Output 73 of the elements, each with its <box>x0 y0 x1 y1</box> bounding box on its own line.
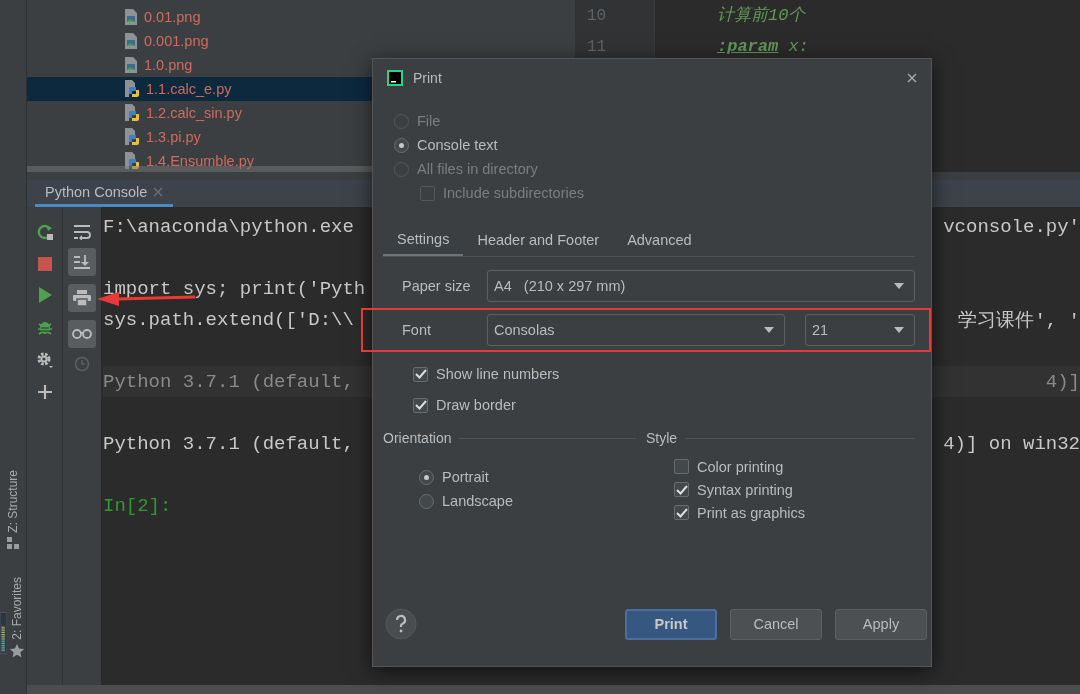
star-icon <box>9 643 25 660</box>
checkbox-option[interactable]: Print as graphics <box>674 501 805 524</box>
console-text: In[2]: <box>103 494 172 517</box>
console-text: vconsole.py' <box>943 215 1080 238</box>
radio-option[interactable]: Landscape <box>419 489 513 513</box>
paper-size-dropdown[interactable]: A4 (210 x 297 mm) <box>487 270 915 302</box>
close-icon[interactable] <box>153 187 164 197</box>
close-icon[interactable] <box>907 73 917 83</box>
run-icon[interactable] <box>37 287 52 303</box>
checkbox[interactable] <box>674 459 689 474</box>
checkbox[interactable] <box>413 397 428 413</box>
code-line: :param x: <box>717 36 809 58</box>
python-file-icon <box>124 104 140 122</box>
checkbox-option[interactable]: Show line numbers <box>413 362 560 386</box>
structure-icon <box>7 536 19 549</box>
image-file-icon <box>124 9 138 25</box>
caret-icon <box>764 327 774 333</box>
console-text: F:\anaconda\python.exe <box>103 215 354 238</box>
radio-option[interactable]: Portrait <box>419 465 489 489</box>
tab[interactable]: Header and Footer <box>463 223 614 256</box>
checkbox-option[interactable]: Draw border <box>413 393 516 417</box>
code-line: 计算前10个 <box>717 5 807 27</box>
checkbox-option[interactable]: Color printing <box>674 455 784 478</box>
structure-tab[interactable]: Z: Structure <box>6 470 20 533</box>
python-file-icon <box>124 80 140 98</box>
python-file-icon <box>124 152 140 170</box>
bug-icon[interactable] <box>36 319 53 335</box>
font-size-dropdown[interactable]: 21 <box>805 314 915 346</box>
font-dropdown[interactable]: Consolas <box>487 314 785 346</box>
file-tree-item[interactable]: 0.001.png <box>27 29 575 53</box>
console-text: 4)] <box>1045 370 1080 393</box>
field-label: Paper size <box>401 278 472 294</box>
tab[interactable]: Advanced <box>613 223 706 256</box>
console-text: import sys; print('Pyth <box>103 277 366 300</box>
settings-icon[interactable] <box>35 351 54 369</box>
scroll-to-end-button[interactable] <box>68 248 96 276</box>
field-label: Font <box>401 322 432 338</box>
radio-button[interactable] <box>419 469 434 485</box>
checkbox[interactable] <box>413 366 428 382</box>
console-text: 4)] on win32 <box>943 432 1080 455</box>
dialog-button[interactable]: Print <box>625 608 717 640</box>
scroll-down-icon <box>73 254 91 270</box>
radio-button[interactable] <box>419 493 434 509</box>
soft-wrap-icon[interactable] <box>73 224 91 240</box>
checkbox-option[interactable]: Syntax printing <box>674 478 793 501</box>
checkbox[interactable] <box>674 482 689 497</box>
rerun-icon[interactable] <box>35 223 54 241</box>
glasses-button[interactable] <box>68 320 96 348</box>
dialog-button[interactable]: Cancel <box>730 608 822 640</box>
section-title: Style <box>646 430 678 446</box>
console-text: Python 3.7.1 (default, <box>103 370 354 393</box>
console-text: Python 3.7.1 (default, <box>103 432 354 455</box>
checkbox[interactable] <box>674 505 689 520</box>
plus-icon[interactable] <box>37 385 52 399</box>
app-icon <box>387 70 403 86</box>
print-button[interactable] <box>68 284 96 312</box>
stop-icon[interactable] <box>37 257 52 271</box>
section-title: Orientation <box>383 430 452 446</box>
printer-icon <box>73 290 91 306</box>
console-text: sys.path.extend(['D:\\ <box>103 308 354 331</box>
python-file-icon <box>124 128 140 146</box>
favorites-tab[interactable]: 2: Favorites <box>10 576 24 640</box>
caret-icon <box>894 283 904 289</box>
image-file-icon <box>124 57 138 73</box>
help-icon[interactable] <box>385 608 417 640</box>
dialog-button[interactable]: Apply <box>835 608 927 640</box>
image-file-icon <box>124 33 138 49</box>
tab[interactable]: Settings <box>383 223 464 256</box>
console-text: 学习课件', ' <box>958 308 1080 333</box>
glasses-icon <box>72 329 92 339</box>
file-tree-item[interactable]: 0.01.png <box>27 5 575 29</box>
caret-icon <box>894 327 904 333</box>
radio-button[interactable] <box>394 137 409 153</box>
